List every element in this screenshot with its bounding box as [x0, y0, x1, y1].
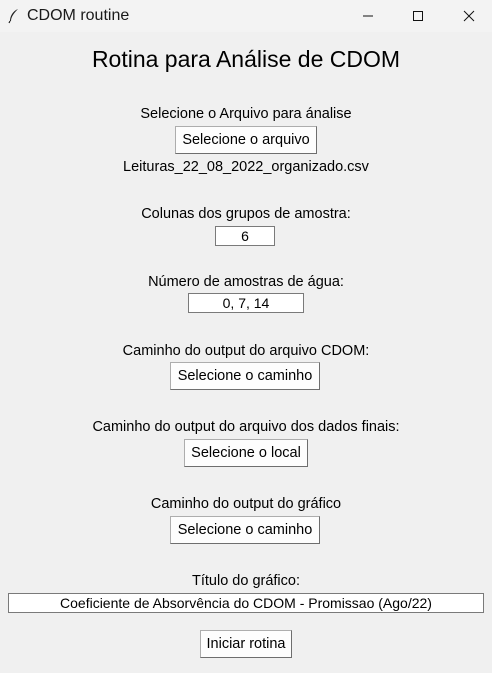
maximize-button[interactable] — [395, 0, 441, 32]
water-samples-input[interactable] — [188, 293, 304, 313]
select-file-button[interactable]: Selecione o arquivo — [175, 126, 317, 154]
selected-file-label: Leituras_22_08_2022_organizado.csv — [123, 159, 369, 175]
graph-title-input[interactable] — [8, 593, 484, 613]
cdom-output-label: Caminho do output do arquivo CDOM: — [122, 343, 370, 359]
water-samples-label: Número de amostras de água: — [148, 274, 344, 290]
select-graph-path-button[interactable]: Selecione o caminho — [170, 516, 320, 544]
title-bar: CDOM routine — [0, 0, 492, 32]
graph-title-label: Título do gráfico: — [192, 573, 300, 589]
file-prompt-label: Selecione o Arquivo para ánalise — [140, 106, 352, 122]
close-icon — [463, 10, 475, 22]
group-columns-input[interactable] — [215, 226, 275, 246]
minimize-button[interactable] — [345, 0, 391, 32]
select-cdom-path-button[interactable]: Selecione o caminho — [170, 362, 320, 390]
minimize-icon — [363, 15, 373, 17]
graph-output-label: Caminho do output do gráfico — [150, 496, 342, 512]
final-output-label: Caminho do output do arquivo dos dados f… — [92, 419, 400, 435]
window-title: CDOM routine — [27, 7, 130, 24]
select-final-path-button[interactable]: Selecione o local — [184, 439, 308, 467]
group-columns-label: Colunas dos grupos de amostra: — [141, 206, 351, 222]
start-routine-button[interactable]: Iniciar rotina — [200, 630, 292, 658]
maximize-icon — [413, 11, 423, 21]
close-button[interactable] — [446, 0, 492, 32]
page-title: Rotina para Análise de CDOM — [91, 46, 401, 72]
feather-icon — [8, 9, 18, 24]
